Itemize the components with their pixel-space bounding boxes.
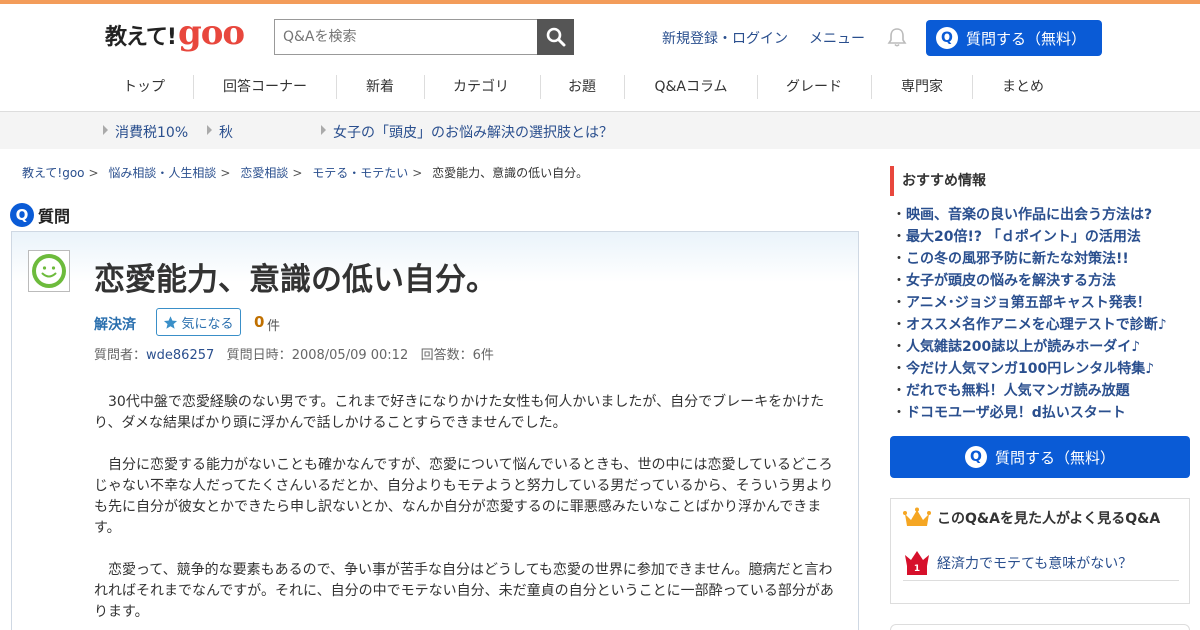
question-section-label: 質問 bbox=[38, 207, 71, 226]
breadcrumb-link[interactable]: モテる・モテたい bbox=[312, 166, 408, 180]
nav-item-answer-corner[interactable]: 回答コーナー bbox=[205, 72, 325, 102]
popular-qa-heading: このQ&Aを見た人がよく見るQ&A bbox=[903, 507, 1160, 529]
star-icon bbox=[164, 315, 178, 329]
recommend-item[interactable]: この冬の風邪予防に新たな対策法!! bbox=[892, 248, 1167, 270]
question-body: 30代中盤で恋愛経験のない男です。これまで好きになりかけた女性も何人かいましたが… bbox=[94, 392, 834, 630]
nav-item-category[interactable]: カテゴリ bbox=[432, 72, 530, 102]
nav-divider bbox=[540, 75, 541, 99]
nav-divider bbox=[193, 75, 194, 99]
breadcrumb-link[interactable]: 教えて!goo bbox=[22, 166, 85, 180]
sidebar-next-box bbox=[890, 624, 1190, 630]
breadcrumb-current: 恋愛能力、意識の低い自分。 bbox=[432, 166, 589, 180]
recommend-item[interactable]: 最大20倍!? 「ｄポイント」の活用法 bbox=[892, 226, 1167, 248]
nav-item-topic[interactable]: お題 bbox=[548, 72, 616, 102]
notification-bell-icon[interactable] bbox=[886, 26, 908, 48]
logo-goo: goo bbox=[177, 13, 245, 53]
nav-item-new[interactable]: 新着 bbox=[345, 72, 415, 102]
main-nav: トップ 回答コーナー 新着 カテゴリ お題 Q&Aコラム グレード 専門家 まと… bbox=[0, 72, 1200, 112]
popular-qa-box: このQ&Aを見た人がよく見るQ&A 1 経済力でモテても意味がない？ bbox=[890, 498, 1190, 604]
status-badge: 解決済 bbox=[94, 317, 136, 333]
breadcrumb-separator: > bbox=[88, 166, 99, 180]
body-paragraph: 恋愛って、競争的な要素もあるので、争い事が苦手な自分はどうしても恋愛の世界に参加… bbox=[94, 562, 834, 620]
asker-link[interactable]: wde86257 bbox=[146, 348, 214, 363]
recommend-item[interactable]: だれでも無料！人気マンガ読み放題 bbox=[892, 380, 1167, 402]
breadcrumb: 教えて!goo > 悩み相談・人生相談 > 恋愛相談 > モテる・モテたい > 恋愛能力… bbox=[22, 164, 588, 181]
ask-button-label: 質問する（無料） bbox=[966, 29, 1087, 48]
trending-bar: 消費税10% 秋 女子の「頭皮」のお悩み解決の選択肢とは？ bbox=[0, 112, 1200, 149]
rank-number: 1 bbox=[913, 563, 921, 574]
site-logo[interactable]: 教えて! goo bbox=[105, 13, 245, 54]
nav-divider bbox=[972, 75, 973, 99]
recommend-item[interactable]: 女子が頭皮の悩みを解決する方法 bbox=[892, 270, 1167, 292]
nav-item-expert[interactable]: 専門家 bbox=[880, 72, 964, 102]
crown-icon bbox=[903, 507, 931, 526]
site-header: 教えて! goo 新規登録・ログイン メニュー Q 質問する（無料） bbox=[0, 4, 1200, 68]
signup-login-link[interactable]: 新規登録・ログイン bbox=[662, 28, 788, 48]
breadcrumb-separator: > bbox=[292, 166, 303, 180]
question-meta: 質問者：wde86257 質問日時：2008/05/09 00:12 回答数：6… bbox=[94, 344, 494, 363]
nav-item-grade[interactable]: グレード bbox=[765, 72, 863, 102]
question-card: 恋愛能力、意識の低い自分。 解決済 気になる 0 件 質問者：wde86257 … bbox=[11, 231, 859, 630]
nav-divider bbox=[424, 75, 425, 99]
body-paragraph: 30代中盤で恋愛経験のない男です。これまで好きになりかけた女性も何人かいましたが… bbox=[94, 394, 825, 431]
nav-item-summary[interactable]: まとめ bbox=[982, 72, 1064, 102]
question-section-heading: Q 質問 bbox=[10, 203, 70, 227]
nav-divider bbox=[336, 75, 337, 99]
popular-qa-item[interactable]: 1 経済力でモテても意味がない？ bbox=[903, 545, 1179, 581]
nav-divider bbox=[757, 75, 758, 99]
sidebar-ask-button[interactable]: Q 質問する（無料） bbox=[890, 436, 1190, 478]
recommend-item[interactable]: ドコモユーザ必見！d払いスタート bbox=[892, 402, 1167, 424]
ask-question-button[interactable]: Q 質問する（無料） bbox=[926, 20, 1102, 56]
recommend-item[interactable]: 今だけ人気マンガ100円レンタル特集♪ bbox=[892, 358, 1167, 380]
date-label: 質問日時： bbox=[226, 348, 292, 363]
recommend-item[interactable]: 映画、音楽の良い作品に出会う方法は? bbox=[892, 204, 1167, 226]
ask-button-label: 質問する（無料） bbox=[994, 448, 1115, 467]
watch-label: 気になる bbox=[181, 316, 234, 332]
rank-1-icon: 1 bbox=[903, 550, 931, 576]
recommend-item[interactable]: オススメ名作アニメを心理テストで診断♪ bbox=[892, 314, 1167, 336]
nav-divider bbox=[624, 75, 625, 99]
popular-qa-link: 経済力でモテても意味がない？ bbox=[937, 555, 1133, 572]
watch-count: 0 bbox=[254, 313, 265, 331]
trending-link[interactable]: 女子の「頭皮」のお悩み解決の選択肢とは？ bbox=[321, 122, 613, 142]
trending-link[interactable]: 消費税10% bbox=[102, 122, 188, 142]
nav-item-top[interactable]: トップ bbox=[105, 72, 183, 102]
body-paragraph: 自分に恋愛する能力がないことも確かなんですが、恋愛について悩んでいるときも、世の… bbox=[94, 457, 834, 536]
question-title: 恋愛能力、意識の低い自分。 bbox=[94, 262, 497, 298]
trending-link[interactable]: 秋 bbox=[207, 122, 233, 142]
breadcrumb-link[interactable]: 恋愛相談 bbox=[240, 166, 288, 180]
watch-button[interactable]: 気になる bbox=[156, 308, 241, 336]
nav-divider bbox=[871, 75, 872, 99]
answer-count: 6件 bbox=[472, 348, 494, 363]
q-icon: Q bbox=[936, 27, 958, 49]
logo-text: 教えて! bbox=[105, 25, 177, 50]
q-icon: Q bbox=[10, 203, 34, 227]
breadcrumb-link[interactable]: 悩み相談・人生相談 bbox=[108, 166, 216, 180]
question-date: 2008/05/09 00:12 bbox=[291, 348, 409, 363]
recommend-item[interactable]: アニメ･ジョジョ第五部キャスト発表！ bbox=[892, 292, 1167, 314]
search-icon bbox=[546, 27, 565, 47]
watch-unit: 件 bbox=[267, 319, 281, 334]
answers-label: 回答数： bbox=[420, 348, 473, 363]
q-icon: Q bbox=[964, 446, 987, 468]
search-button[interactable] bbox=[537, 19, 574, 55]
nav-item-qa-column[interactable]: Q&Aコラム bbox=[632, 72, 750, 102]
breadcrumb-separator: > bbox=[220, 166, 231, 180]
smiley-avatar-icon bbox=[32, 254, 66, 288]
popular-qa-title: このQ&Aを見た人がよく見るQ&A bbox=[937, 511, 1161, 527]
menu-link[interactable]: メニュー bbox=[809, 28, 865, 48]
recommend-item[interactable]: 人気雑誌200誌以上が読みホーダイ♪ bbox=[892, 336, 1167, 358]
asker-label: 質問者： bbox=[94, 348, 147, 363]
breadcrumb-separator: > bbox=[412, 166, 423, 180]
avatar[interactable] bbox=[28, 250, 70, 292]
recommend-list: 映画、音楽の良い作品に出会う方法は? 最大20倍!? 「ｄポイント」の活用法 こ… bbox=[892, 204, 1167, 424]
recommend-heading: おすすめ情報 bbox=[890, 166, 1190, 196]
search-input[interactable] bbox=[274, 19, 538, 55]
